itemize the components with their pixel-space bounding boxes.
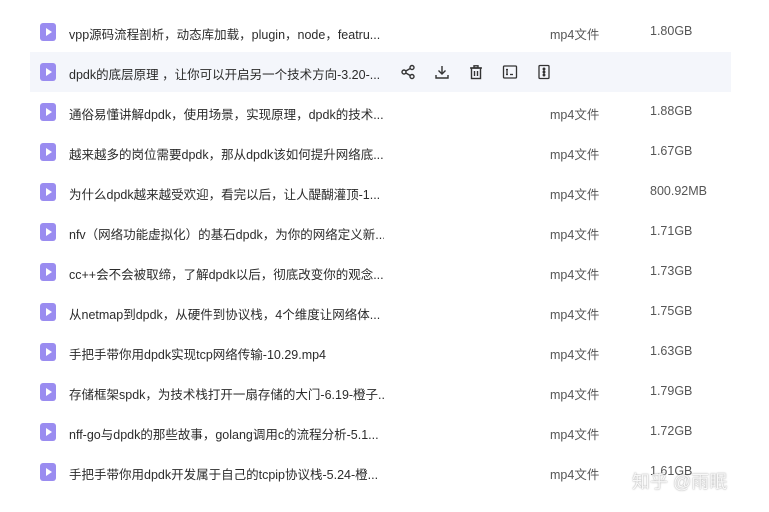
file-name[interactable]: vpp源码流程剖析，动态库加载，plugin，node，featru... [69, 24, 384, 43]
file-name[interactable]: cc++会不会被取缔，了解dpdk以后，彻底改变你的观念... [69, 264, 384, 283]
file-name[interactable]: 存储框架spdk，为技术栈打开一扇存储的大门-6.19-橙子... [69, 384, 384, 403]
rename-icon[interactable] [500, 62, 520, 82]
video-file-icon [40, 23, 56, 41]
file-row[interactable]: 手把手带你用dpdk实现tcp网络传输-10.29.mp4 mp4文件 1.63… [30, 332, 731, 372]
file-row-hovered[interactable]: dpdk的底层原理 ，让你可以开启另一个技术方向-3.20-... [30, 52, 731, 92]
file-type: mp4文件 [550, 468, 600, 482]
file-row[interactable]: 手把手带你用dpdk开发属于自己的tcpip协议栈-5.24-橙... mp4文… [30, 452, 731, 492]
video-file-icon [40, 263, 56, 281]
file-size: 1.72GB [650, 424, 693, 438]
file-type: mp4文件 [550, 388, 600, 402]
file-name[interactable]: nff-go与dpdk的那些故事，golang调用c的流程分析-5.1... [69, 424, 384, 443]
video-file-icon [40, 143, 56, 161]
video-file-icon [40, 303, 56, 321]
file-name[interactable]: nfv（网络功能虚拟化）的基石dpdk，为你的网络定义新... [69, 224, 384, 243]
video-file-icon [40, 383, 56, 401]
file-size: 1.71GB [650, 224, 693, 238]
video-file-icon [40, 103, 56, 121]
file-name[interactable]: 为什么dpdk越来越受欢迎，看完以后，让人醍醐灌顶-1... [69, 184, 384, 203]
file-type: mp4文件 [550, 148, 600, 162]
video-file-icon [40, 423, 56, 441]
row-actions [398, 62, 568, 82]
file-size: 1.67GB [650, 144, 693, 158]
file-row[interactable]: 通俗易懂讲解dpdk，使用场景，实现原理，dpdk的技术... mp4文件 1.… [30, 92, 731, 132]
file-size: 1.73GB [650, 264, 693, 278]
file-name[interactable]: dpdk的底层原理 ，让你可以开启另一个技术方向-3.20-... [69, 64, 384, 83]
file-type: mp4文件 [550, 428, 600, 442]
file-row[interactable]: nff-go与dpdk的那些故事，golang调用c的流程分析-5.1... m… [30, 412, 731, 452]
more-icon[interactable] [534, 62, 554, 82]
file-type: mp4文件 [550, 228, 600, 242]
file-type: mp4文件 [550, 268, 600, 282]
file-row[interactable]: vpp源码流程剖析，动态库加载，plugin，node，featru... mp… [30, 12, 731, 52]
delete-icon[interactable] [466, 62, 486, 82]
file-size: 1.63GB [650, 344, 693, 358]
file-size: 1.80GB [650, 24, 693, 38]
file-name[interactable]: 通俗易懂讲解dpdk，使用场景，实现原理，dpdk的技术... [69, 104, 384, 123]
file-size: 1.79GB [650, 384, 693, 398]
file-row[interactable]: cc++会不会被取缔，了解dpdk以后，彻底改变你的观念... mp4文件 1.… [30, 252, 731, 292]
file-type: mp4文件 [550, 28, 600, 42]
share-icon[interactable] [398, 62, 418, 82]
video-file-icon [40, 63, 56, 81]
file-row[interactable]: 为什么dpdk越来越受欢迎，看完以后，让人醍醐灌顶-1... mp4文件 800… [30, 172, 731, 212]
video-file-icon [40, 343, 56, 361]
file-type: mp4文件 [550, 348, 600, 362]
file-type: mp4文件 [550, 188, 600, 202]
watermark: 知乎 @雨眠 [632, 472, 728, 492]
file-name[interactable]: 手把手带你用dpdk开发属于自己的tcpip协议栈-5.24-橙... [69, 464, 384, 483]
video-file-icon [40, 223, 56, 241]
file-row[interactable]: 从netmap到dpdk，从硬件到协议栈，4个维度让网络体... mp4文件 1… [30, 292, 731, 332]
file-name[interactable]: 手把手带你用dpdk实现tcp网络传输-10.29.mp4 [69, 344, 384, 363]
video-file-icon [40, 463, 56, 481]
file-name[interactable]: 从netmap到dpdk，从硬件到协议栈，4个维度让网络体... [69, 304, 384, 323]
file-list: vpp源码流程剖析，动态库加载，plugin，node，featru... mp… [0, 12, 769, 492]
file-size: 1.75GB [650, 304, 693, 318]
file-row[interactable]: nfv（网络功能虚拟化）的基石dpdk，为你的网络定义新... mp4文件 1.… [30, 212, 731, 252]
video-file-icon [40, 183, 56, 201]
file-row[interactable]: 越来越多的岗位需要dpdk，那从dpdk该如何提升网络底... mp4文件 1.… [30, 132, 731, 172]
file-type: mp4文件 [550, 108, 600, 122]
file-row[interactable]: 存储框架spdk，为技术栈打开一扇存储的大门-6.19-橙子... mp4文件 … [30, 372, 731, 412]
download-icon[interactable] [432, 62, 452, 82]
file-size: 1.88GB [650, 104, 693, 118]
file-size: 800.92MB [650, 184, 707, 198]
file-type: mp4文件 [550, 308, 600, 322]
file-name[interactable]: 越来越多的岗位需要dpdk，那从dpdk该如何提升网络底... [69, 144, 384, 163]
